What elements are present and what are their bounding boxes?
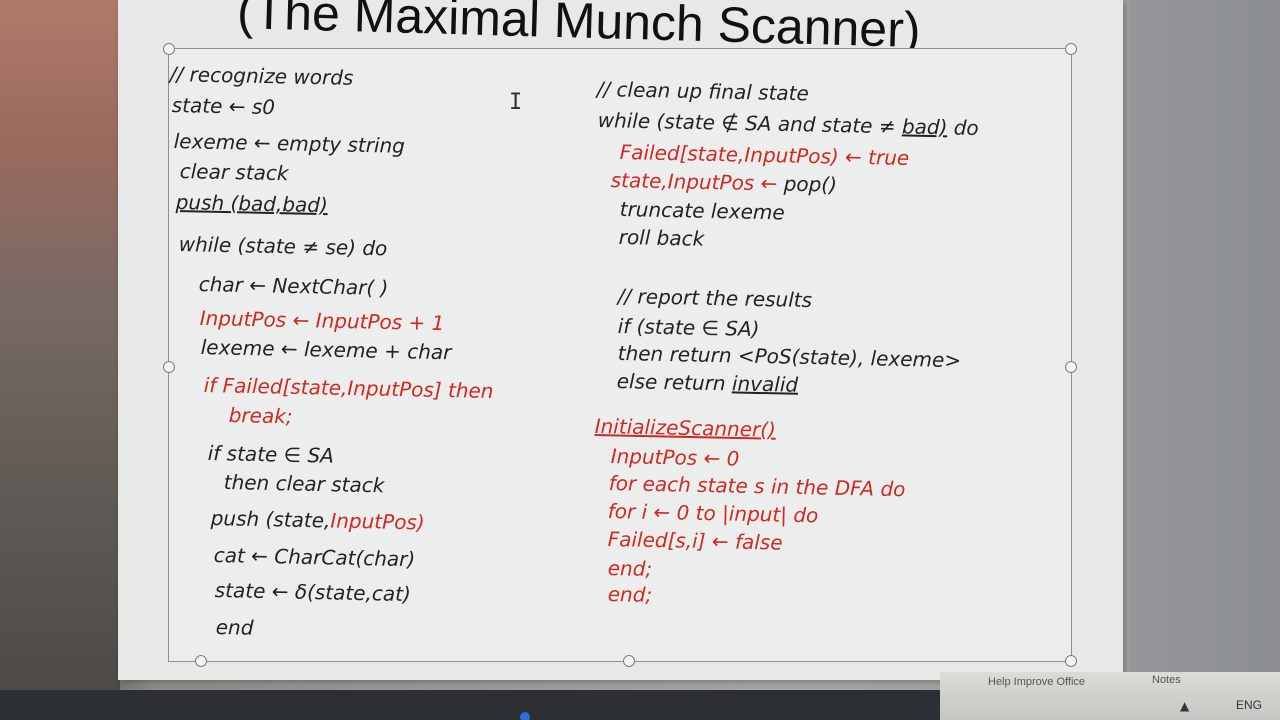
code-line: push (state,InputPos): [210, 506, 424, 534]
code-line: Failed[s,i] ← false: [607, 527, 783, 555]
resize-handle-bottom-center[interactable]: [623, 655, 635, 667]
code-line: then clear stack: [223, 470, 385, 498]
background-photo-strip: [0, 0, 120, 720]
chevron-up-icon[interactable]: ▲: [1180, 699, 1189, 713]
help-improve-office-link[interactable]: Help Improve Office: [988, 676, 1085, 688]
code-line: end;: [607, 556, 653, 581]
code-line: end;: [607, 582, 653, 607]
code-line: state ← s0: [171, 93, 276, 120]
language-indicator[interactable]: ENG: [1236, 698, 1262, 712]
window-background: [1130, 0, 1280, 690]
code-line: else return invalid: [616, 369, 798, 397]
code-line: state,InputPos ← pop(): [610, 168, 837, 197]
code-line: // report the results: [617, 284, 813, 313]
code-line: clear stack: [179, 159, 289, 186]
resize-handle-top-right[interactable]: [1065, 43, 1077, 55]
code-line: // clean up final state: [596, 77, 810, 106]
code-token: else return: [616, 369, 733, 396]
code-token: push (state,: [210, 506, 331, 533]
notes-button[interactable]: Notes: [1152, 674, 1181, 686]
resize-handle-bottom-left[interactable]: [195, 655, 207, 667]
resize-handle-right[interactable]: [1065, 361, 1077, 373]
code-token: state,InputPos ←: [610, 168, 784, 196]
code-line: state ← δ(state,cat): [214, 578, 412, 607]
code-line: cat ← CharCat(char): [213, 543, 416, 572]
code-line: InputPos ← 0: [610, 444, 740, 471]
code-line: lexeme ← empty string: [173, 129, 406, 158]
text-cursor-icon: I: [509, 90, 523, 115]
code-line: break;: [228, 403, 293, 429]
code-line: if (state ∈ SA): [617, 314, 760, 341]
code-line: for i ← 0 to |input| do: [607, 499, 819, 528]
code-token: InputPos): [330, 508, 425, 535]
code-line: push (bad,bad): [175, 190, 329, 218]
code-token: invalid: [731, 371, 799, 397]
code-line: roll back: [618, 225, 705, 251]
code-line: // recognize words: [169, 62, 354, 90]
code-line: InputPos ← InputPos + 1: [199, 306, 445, 336]
photographed-screen: (The Maximal Munch Scanner) I // recogni…: [0, 0, 1280, 720]
code-token: do: [947, 115, 979, 140]
code-line: end: [215, 615, 254, 640]
code-line: while (state ≠ se) do: [178, 232, 388, 261]
resize-handle-left[interactable]: [163, 361, 175, 373]
resize-handle-bottom-right[interactable]: [1065, 655, 1077, 667]
code-token: bad): [901, 114, 948, 140]
taskbar-app-icon[interactable]: [520, 712, 530, 720]
resize-handle-top-left[interactable]: [163, 43, 175, 55]
code-line: InitializeScanner(): [594, 414, 777, 442]
code-line: if state ∈ SA: [207, 441, 335, 468]
code-line: truncate lexeme: [619, 197, 785, 225]
code-line: char ← NextChar( ): [198, 272, 389, 300]
code-token: pop(): [783, 171, 838, 197]
